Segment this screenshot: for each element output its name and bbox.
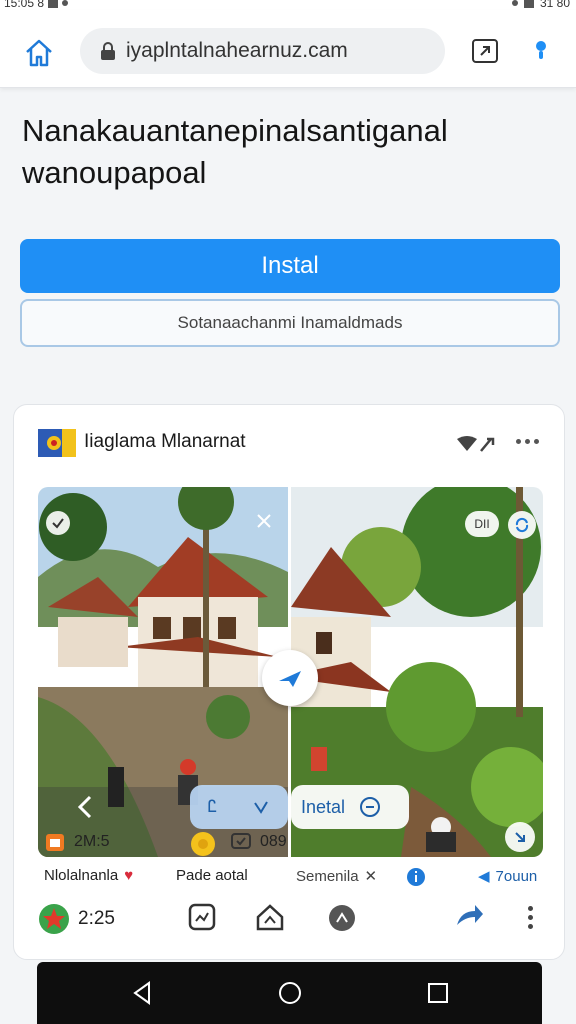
status-bar: 15:05 8 31 80	[0, 0, 576, 10]
dot-icon	[62, 0, 69, 6]
lock-icon	[101, 42, 115, 60]
stats-row: 2M:5 089	[38, 831, 548, 861]
wifi-icon[interactable]	[455, 433, 497, 455]
info-icon	[407, 868, 425, 886]
card-action-bar: 2:25	[14, 900, 566, 940]
check-icon[interactable]	[46, 511, 70, 535]
cross-icon: ✕	[364, 868, 378, 885]
stat-coin	[190, 831, 216, 857]
hd-badge[interactable]: DII	[465, 511, 499, 537]
system-nav-bar	[37, 962, 542, 1024]
expand-icon[interactable]	[254, 511, 274, 531]
home-icon[interactable]	[22, 36, 56, 70]
label-text: Nlolalnanla	[44, 867, 119, 884]
battery-icon	[523, 0, 534, 8]
page-title-line-1: Nanakauantanepinalsantiganal	[22, 113, 448, 148]
tabs-icon[interactable]	[471, 38, 499, 64]
battery-text: 31 80	[539, 0, 570, 10]
page-title-line-2: wanoupapoal	[22, 155, 207, 190]
more-options-icon[interactable]	[516, 439, 539, 444]
arrow-left-icon: ◀	[478, 868, 490, 885]
label-item[interactable]: ◀ 7ouun	[478, 867, 538, 886]
home-nav-icon[interactable]	[277, 980, 303, 1006]
label-item[interactable]: Nlolalnanla ♥	[44, 867, 133, 884]
secondary-button[interactable]: Sotanaachanmi Inamaldmads	[20, 299, 560, 347]
app-logo	[38, 429, 76, 457]
label-item[interactable]: Pade aotal	[176, 867, 248, 884]
share-icon[interactable]	[455, 903, 485, 929]
signal-icon	[511, 0, 518, 6]
assistant-icon[interactable]	[530, 36, 552, 68]
page-title: Nanakauantanepinalsantiganal wanoupapoal	[22, 110, 552, 194]
app-card: Iiaglama Mlanarnat DII Ꮭ Inetal 2M:5 089…	[13, 404, 565, 960]
back-icon[interactable]	[129, 980, 155, 1006]
stat-chat: 089	[230, 831, 287, 853]
rating-value: 2:25	[78, 908, 115, 929]
label-text: Semenila	[296, 867, 359, 885]
clock-text: 15:05 8	[4, 0, 45, 10]
install-overlay-button[interactable]: Inetal	[291, 785, 409, 829]
stat-calendar-value: 2M:5	[74, 833, 110, 850]
card-title: Iiaglama Mlanarnat	[84, 431, 246, 452]
chat-icon	[231, 833, 251, 849]
more-vertical-icon[interactable]	[528, 906, 533, 929]
rating-item[interactable]: 2:25	[38, 903, 115, 935]
label-item[interactable]: Semenila ✕	[296, 867, 378, 886]
comment-icon[interactable]	[327, 903, 357, 933]
recents-icon[interactable]	[425, 980, 451, 1006]
stat-calendar: 2M:5	[44, 831, 110, 853]
notification-icon	[48, 0, 59, 8]
label-text: 7ouun	[495, 867, 538, 885]
heart-icon: ♥	[124, 867, 134, 884]
star-icon	[39, 904, 69, 934]
info-badge[interactable]	[406, 867, 426, 887]
refresh-icon	[360, 797, 381, 817]
home-outline-icon[interactable]	[255, 903, 285, 931]
labels-row: Nlolalnanla ♥ Pade aotal Semenila ✕ ◀ 7o…	[38, 867, 548, 891]
address-bar[interactable]: iyaplntalnahearnuz.cam	[80, 28, 445, 74]
speed-toggle[interactable]: Ꮭ	[190, 785, 288, 829]
gallery-icon[interactable]	[188, 903, 216, 931]
url-text: iyaplntalnahearnuz.cam	[126, 39, 348, 62]
browser-toolbar: iyaplntalnahearnuz.cam	[0, 10, 576, 88]
coin-icon	[191, 832, 215, 856]
chevron-left-icon[interactable]	[74, 793, 98, 821]
sync-icon[interactable]	[508, 511, 536, 539]
label-text: Pade aotal	[176, 867, 248, 884]
check-down-icon	[254, 801, 269, 814]
compare-slider-handle[interactable]	[262, 650, 318, 706]
install-button[interactable]: Instal	[20, 239, 560, 293]
plane-icon	[279, 671, 301, 687]
speed-label: Ꮭ	[207, 797, 218, 816]
install-overlay-label: Inetal	[301, 796, 346, 817]
stat-chat-value: 089	[260, 833, 287, 850]
calendar-icon	[46, 834, 64, 851]
